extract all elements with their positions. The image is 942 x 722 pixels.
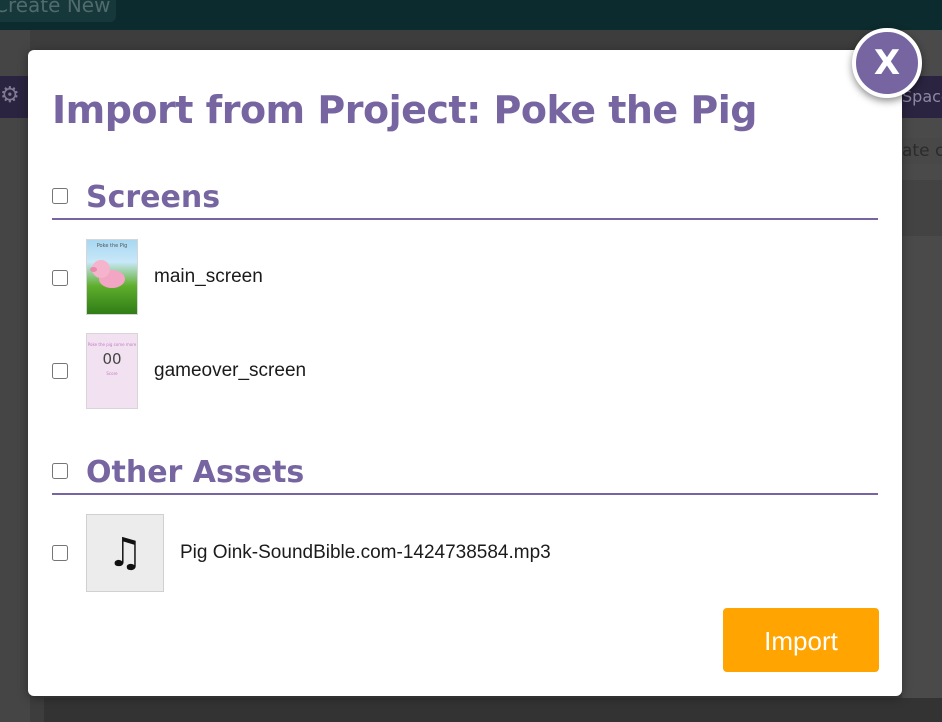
main-screen-checkbox[interactable] xyxy=(52,270,68,286)
create-new-button[interactable]: Create New xyxy=(0,0,116,22)
assets-section-header: Other Assets xyxy=(52,455,878,495)
sound-asset-label: Pig Oink-SoundBible.com-1424738584.mp3 xyxy=(180,542,551,563)
right-panel-box xyxy=(902,180,942,236)
close-icon[interactable]: X xyxy=(852,28,922,98)
screens-section-header: Screens xyxy=(52,180,878,220)
import-button[interactable]: Import xyxy=(723,608,879,672)
pig-snout xyxy=(90,267,97,272)
assets-section-title: Other Assets xyxy=(86,455,305,490)
sound-asset-thumbnail: ♫ xyxy=(86,514,164,592)
gear-icon[interactable]: ⚙ xyxy=(0,84,20,108)
screens-section-title: Screens xyxy=(86,180,221,215)
thumbnail-score-label: Score xyxy=(106,371,118,376)
left-panel xyxy=(0,30,30,722)
thumbnail-title: Poke the Pig xyxy=(96,243,128,249)
select-all-screens-checkbox[interactable] xyxy=(52,188,68,204)
gameover-screen-checkbox[interactable] xyxy=(52,363,68,379)
right-panel-text: ate c xyxy=(902,138,942,164)
gameover-screen-thumbnail: Poke the pig some more 00 Score xyxy=(86,333,138,409)
workspace-area xyxy=(44,698,942,722)
right-panel xyxy=(902,30,942,722)
thumbnail-score: 00 xyxy=(102,350,122,368)
dialog-title: Import from Project: Poke the Pig xyxy=(52,88,758,132)
main-screen-label: main_screen xyxy=(154,266,263,287)
import-dialog: Import from Project: Poke the Pig Screen… xyxy=(28,50,902,696)
thumbnail-title: Poke the pig some more xyxy=(87,342,137,347)
sound-asset-checkbox[interactable] xyxy=(52,545,68,561)
select-all-assets-checkbox[interactable] xyxy=(52,463,68,479)
main-screen-thumbnail: Poke the Pig xyxy=(86,239,138,315)
music-note-icon: ♫ xyxy=(107,530,143,576)
gameover-screen-label: gameover_screen xyxy=(154,360,307,381)
app-top-bar: Create New xyxy=(0,0,942,30)
